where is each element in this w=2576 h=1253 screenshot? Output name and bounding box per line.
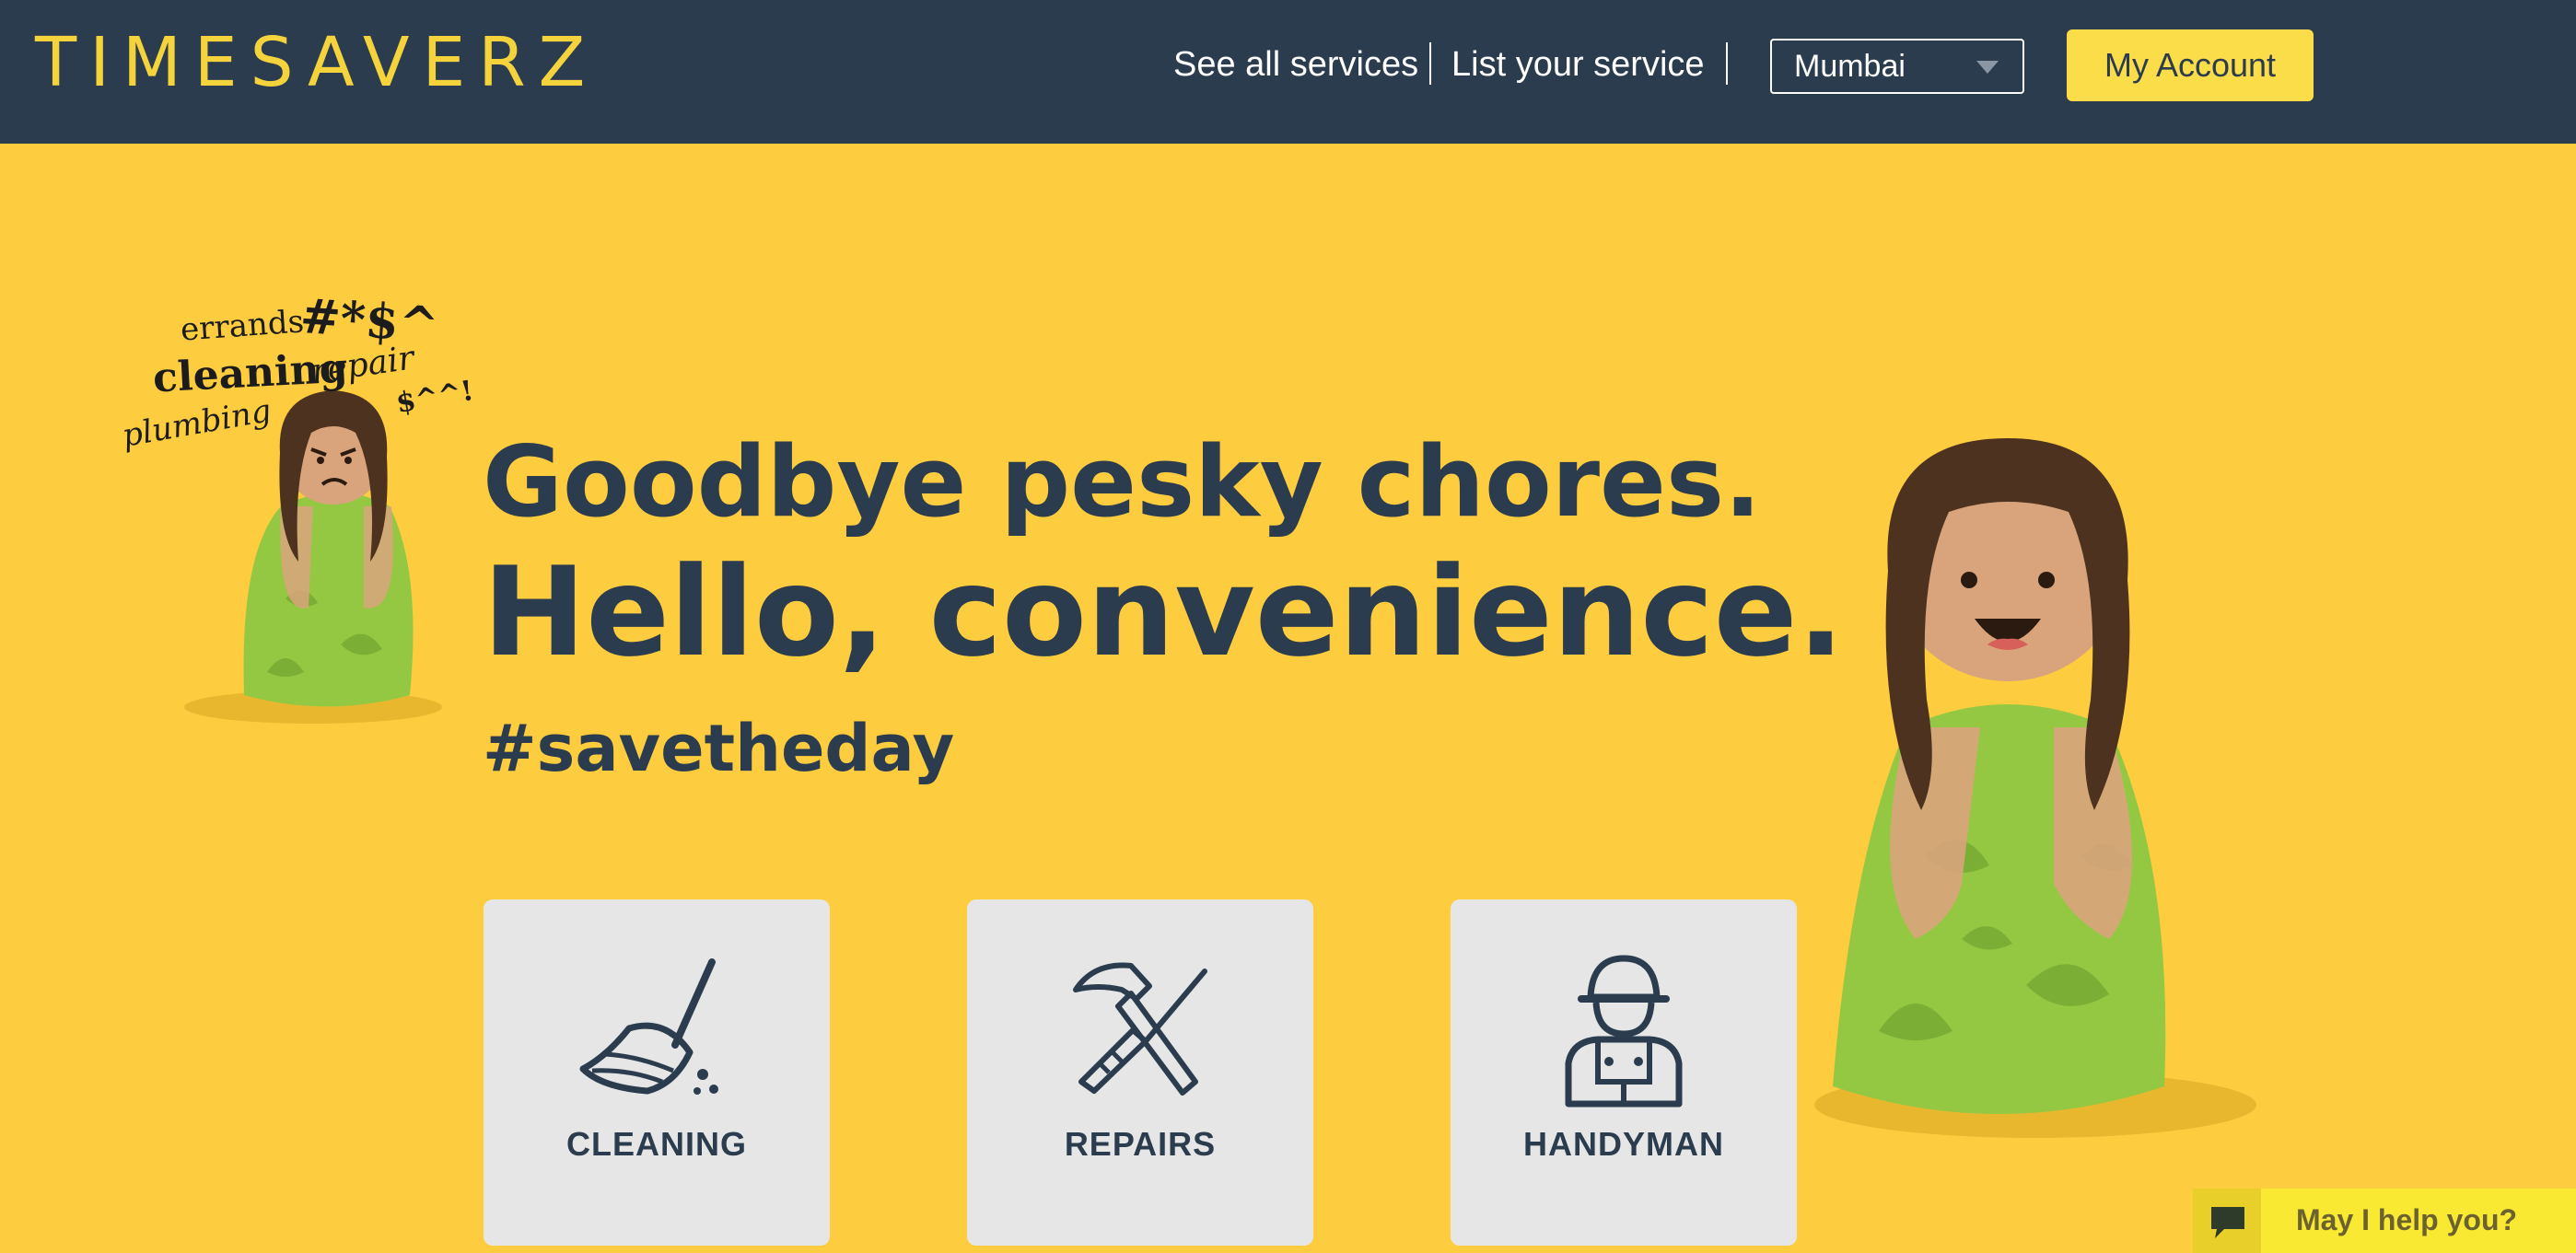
nav-divider bbox=[1726, 42, 1728, 85]
chat-label: May I help you? bbox=[2296, 1203, 2518, 1236]
service-label-repairs: REPAIRS bbox=[1064, 1125, 1217, 1163]
service-card-repairs[interactable]: REPAIRS bbox=[967, 899, 1313, 1246]
site-header: TIMESAVERZ See all services List your se… bbox=[0, 0, 2576, 144]
chevron-down-icon bbox=[1976, 61, 1999, 74]
chat-icon-box bbox=[2193, 1189, 2261, 1253]
hero-headline-line2: Hello, convenience. bbox=[483, 540, 1845, 684]
city-select[interactable]: Mumbai bbox=[1770, 39, 2024, 94]
nav-divider bbox=[1429, 42, 1431, 85]
scribble-symbols: #*$^ bbox=[298, 287, 441, 354]
service-card-cleaning[interactable]: CLEANING bbox=[484, 899, 830, 1246]
service-label-cleaning: CLEANING bbox=[566, 1125, 747, 1163]
happy-figure-illustration bbox=[1814, 438, 2256, 1138]
broom-icon bbox=[579, 958, 718, 1095]
my-account-button[interactable]: My Account bbox=[2067, 29, 2314, 101]
chat-bubble-icon bbox=[2211, 1207, 2244, 1238]
hero-headline-line1: Goodbye pesky chores. bbox=[483, 425, 1762, 539]
service-card-handyman[interactable]: HANDYMAN bbox=[1451, 899, 1797, 1246]
scribble-errands: errands bbox=[179, 303, 306, 349]
city-select-value: Mumbai bbox=[1794, 49, 1906, 84]
worker-icon bbox=[1565, 955, 1683, 1108]
chat-widget[interactable]: May I help you? bbox=[2193, 1189, 2576, 1253]
hero-hashtag: #savetheday bbox=[483, 711, 955, 786]
site-logo[interactable]: TIMESAVERZ bbox=[35, 24, 598, 101]
hammer-screwdriver-icon bbox=[1073, 962, 1207, 1096]
service-label-handyman: HANDYMAN bbox=[1523, 1125, 1724, 1163]
list-your-service-link[interactable]: List your service bbox=[1451, 41, 1705, 88]
see-all-services-link[interactable]: See all services bbox=[1173, 41, 1418, 88]
